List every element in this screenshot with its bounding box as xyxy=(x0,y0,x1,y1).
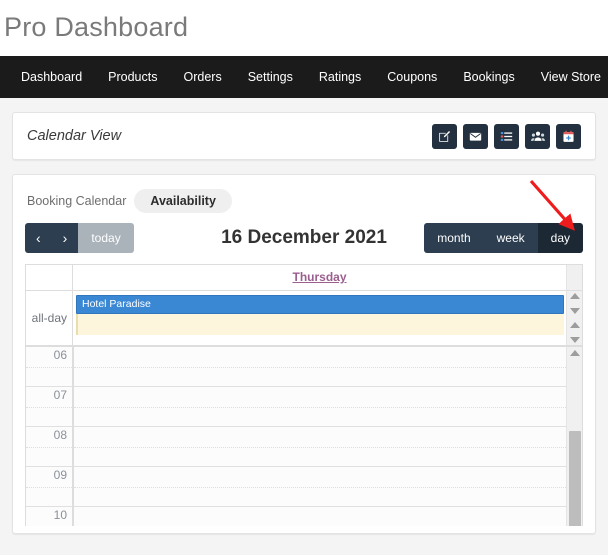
nav-item-dashboard[interactable]: Dashboard xyxy=(8,56,95,98)
scroll-up-icon[interactable] xyxy=(569,293,580,299)
all-day-events: Hotel Paradise xyxy=(73,291,566,345)
nav-item-ratings[interactable]: Ratings xyxy=(306,56,374,98)
time-grid: 06 07 08 09 10 xyxy=(26,346,582,526)
calendar-heading: 16 December 2021 xyxy=(221,227,387,248)
time-slot-label: 09 xyxy=(26,467,73,507)
envelope-icon xyxy=(469,130,482,143)
view-day-button[interactable]: day xyxy=(537,223,583,253)
all-day-row: all-day Hotel Paradise xyxy=(26,291,582,346)
calendar-grid: Thursday all-day Hotel Paradise 06 07 08… xyxy=(25,264,583,526)
time-grid-scrollbar[interactable] xyxy=(566,347,582,526)
availability-background-event xyxy=(76,314,564,335)
time-slot-column[interactable] xyxy=(73,347,566,526)
head-scroll-spacer xyxy=(566,265,582,290)
head-gutter xyxy=(26,265,73,290)
calendar-view-card: Calendar View xyxy=(12,112,596,160)
time-label: 06 xyxy=(53,348,67,362)
time-label: 09 xyxy=(53,468,67,482)
list-button[interactable] xyxy=(494,123,519,149)
nav-item-bookings[interactable]: Bookings xyxy=(450,56,527,98)
scroll-up-icon[interactable] xyxy=(569,322,580,329)
event-hotel-paradise[interactable]: Hotel Paradise xyxy=(76,295,564,314)
next-button[interactable]: › xyxy=(51,223,79,253)
scrollbar-thumb[interactable] xyxy=(569,431,581,526)
list-icon xyxy=(500,130,513,143)
day-header-link[interactable]: Thursday xyxy=(292,270,346,284)
page-header: Pro Dashboard xyxy=(0,0,608,56)
scroll-down-icon[interactable] xyxy=(569,336,580,343)
calendar-view-actions xyxy=(432,123,581,149)
tab-availability[interactable]: Availability xyxy=(134,189,232,213)
tab-booking-calendar[interactable]: Booking Calendar xyxy=(27,194,126,208)
time-gutter: 06 07 08 09 10 xyxy=(26,347,73,526)
scroll-down-icon[interactable] xyxy=(569,307,580,314)
nav-item-products[interactable]: Products xyxy=(95,56,170,98)
edit-square-icon xyxy=(438,130,451,143)
time-slot[interactable] xyxy=(74,507,566,526)
nav-item-coupons[interactable]: Coupons xyxy=(374,56,450,98)
prev-button[interactable]: ‹ xyxy=(25,223,52,253)
calendar-toolbar: ‹ › today 16 December 2021 month week da… xyxy=(25,179,583,254)
calendar-head-row: Thursday xyxy=(26,265,582,291)
nav-item-view-store[interactable]: View Store xyxy=(528,56,608,98)
time-slot-label: 10 xyxy=(26,507,73,526)
scroll-up-icon[interactable] xyxy=(569,350,580,356)
time-slot-label: 06 xyxy=(26,347,73,387)
all-day-scrollbar[interactable] xyxy=(566,291,582,345)
nav-item-settings[interactable]: Settings xyxy=(235,56,306,98)
calendar-view-title: Calendar View xyxy=(27,128,122,144)
booking-calendar-card: Booking Calendar Availability ‹ › today … xyxy=(12,174,596,534)
all-day-label: all-day xyxy=(26,291,73,345)
time-slot[interactable] xyxy=(74,467,566,507)
calendar-tabs: Booking Calendar Availability xyxy=(27,189,583,213)
page-title: Pro Dashboard xyxy=(0,0,608,46)
calendar-view-group: month week day xyxy=(424,223,583,253)
message-button[interactable] xyxy=(463,123,488,149)
time-grid-body: 06 07 08 09 10 xyxy=(26,347,566,526)
time-label: 10 xyxy=(53,508,67,522)
time-slot[interactable] xyxy=(74,347,566,387)
time-label: 08 xyxy=(53,428,67,442)
time-slot[interactable] xyxy=(74,427,566,467)
customers-button[interactable] xyxy=(525,123,550,149)
edit-button[interactable] xyxy=(432,123,457,149)
users-icon xyxy=(530,130,545,143)
time-slot-label: 08 xyxy=(26,427,73,467)
time-slot-label: 07 xyxy=(26,387,73,427)
view-month-button[interactable]: month xyxy=(424,223,484,253)
calendar-plus-icon xyxy=(562,130,575,143)
view-week-button[interactable]: week xyxy=(483,223,538,253)
day-header-cell: Thursday xyxy=(73,265,566,290)
time-label: 07 xyxy=(53,388,67,402)
nav-item-orders[interactable]: Orders xyxy=(171,56,235,98)
add-booking-button[interactable] xyxy=(556,123,581,149)
main-navigation: Dashboard Products Orders Settings Ratin… xyxy=(0,56,608,98)
calendar-nav-group: ‹ › today xyxy=(25,223,134,253)
today-button[interactable]: today xyxy=(78,223,134,253)
time-slot[interactable] xyxy=(74,387,566,427)
